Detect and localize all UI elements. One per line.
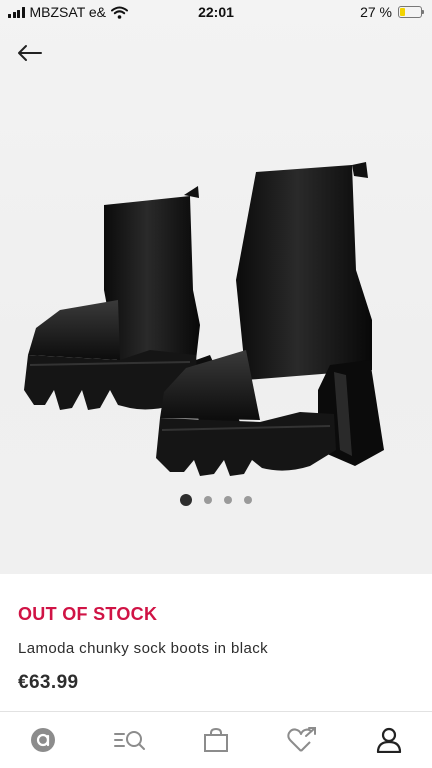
status-left: MBZSAT e& (8, 4, 129, 20)
pagination-dot-2[interactable] (204, 496, 212, 504)
stock-status: OUT OF STOCK (18, 604, 158, 624)
search-icon (113, 731, 145, 750)
signal-icon (8, 6, 25, 18)
wifi-icon (111, 6, 129, 19)
product-price: €63.99 (18, 672, 79, 693)
battery-icon (398, 6, 424, 18)
bag-icon (203, 727, 228, 752)
back-button[interactable] (12, 38, 46, 68)
product-title: Lamoda chunky sock boots in black (18, 640, 268, 657)
status-right: 27 % (360, 4, 424, 20)
tab-account[interactable] (364, 718, 414, 762)
carrier-name: MBZSAT e& (29, 4, 107, 20)
tab-bar (0, 711, 432, 768)
home-icon (31, 728, 56, 752)
pagination-dot-4[interactable] (244, 496, 252, 504)
battery-percentage: 27 % (360, 4, 392, 20)
tab-search[interactable] (105, 718, 155, 762)
pagination-dot-3[interactable] (224, 496, 232, 504)
pagination-dot-1[interactable] (180, 494, 192, 506)
saved-icon (287, 727, 317, 752)
gallery-pagination (0, 494, 432, 506)
tab-saved[interactable] (277, 718, 327, 762)
tab-home[interactable] (18, 718, 68, 762)
product-image[interactable] (0, 150, 432, 480)
status-bar: MBZSAT e& 22:01 27 % (0, 0, 432, 26)
account-icon (376, 727, 401, 753)
tab-bag[interactable] (191, 718, 241, 762)
product-image-gallery[interactable] (0, 0, 432, 574)
battery-level (400, 8, 406, 16)
arrow-left-icon (18, 45, 42, 61)
